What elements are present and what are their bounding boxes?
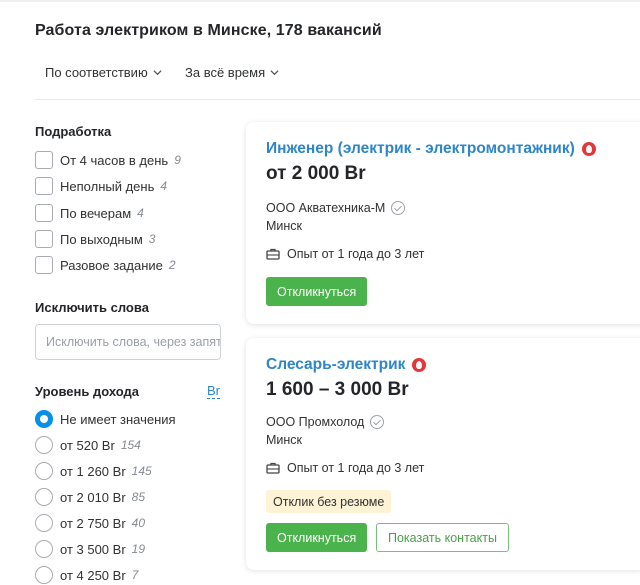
income-option-label: от 520 Br: [60, 437, 115, 453]
checkbox[interactable]: [35, 256, 53, 274]
radio-button[interactable]: [35, 488, 53, 506]
vacancy-card: Слесарь-электрик 1 600 – 3 000 Br ООО Пр…: [246, 338, 640, 570]
income-option[interactable]: от 4 250 Br 7: [35, 566, 138, 584]
chevron-down-icon: [153, 70, 162, 76]
experience-text: Опыт от 1 года до 3 лет: [287, 247, 425, 261]
currency-switch-link[interactable]: Br: [207, 384, 220, 399]
income-option-count: 7: [131, 568, 139, 582]
experience-text: Опыт от 1 года до 3 лет: [287, 461, 425, 475]
parttime-option[interactable]: По вечерам 4: [35, 204, 144, 222]
parttime-option-label: Неполный день: [60, 178, 155, 194]
verified-check-icon: [370, 415, 385, 429]
show-contacts-button[interactable]: Показать контакты: [376, 523, 509, 552]
checkbox[interactable]: [35, 230, 53, 248]
radio-button[interactable]: [35, 566, 53, 584]
vacancy-city: Минск: [266, 433, 303, 447]
income-option-label: от 2 010 Br: [60, 489, 126, 505]
radio-button[interactable]: [35, 514, 53, 532]
vacancy-title: Инженер (электрик - электромонтажник): [266, 140, 575, 157]
exclude-words-title: Исключить слова: [35, 300, 149, 315]
company-name: ООО Акватехника-М: [266, 201, 386, 215]
vacancy-company[interactable]: ООО Акватехника-М: [266, 201, 406, 215]
parttime-option-count: 2: [168, 258, 176, 272]
vacancy-salary: от 2 000 Br: [266, 163, 366, 184]
vacancy-title-link[interactable]: Инженер (электрик - электромонтажник): [266, 140, 596, 158]
parttime-option-count: 3: [148, 232, 156, 246]
income-option[interactable]: от 1 260 Br 145: [35, 462, 152, 480]
income-option-label: от 1 260 Br: [60, 463, 126, 479]
income-option-count: 145: [131, 464, 152, 478]
respond-button[interactable]: Откликнуться: [266, 523, 368, 552]
top-strip: [0, 0, 640, 2]
radio-button[interactable]: [35, 540, 53, 558]
header-divider: [35, 99, 640, 100]
sort-period-label: За всё время: [185, 65, 266, 80]
parttime-option-count: 4: [160, 179, 168, 193]
parttime-option-label: От 4 часов в день: [60, 152, 169, 168]
exclude-words-input[interactable]: Исключить слова, через запятую: [35, 324, 221, 360]
vacancy-experience: Опыт от 1 года до 3 лет: [266, 461, 424, 475]
parttime-option[interactable]: От 4 часов в день 9: [35, 151, 181, 169]
vacancy-title: Слесарь-электрик: [266, 356, 406, 373]
parttime-option-count: 4: [137, 206, 144, 220]
vacancy-card: Инженер (электрик - электромонтажник) от…: [246, 122, 640, 324]
radio-button[interactable]: [35, 410, 53, 428]
no-resume-badge: Отклик без резюме: [266, 490, 392, 513]
briefcase-icon: [266, 462, 280, 474]
sort-relevance-dropdown[interactable]: По соответствию: [45, 65, 162, 80]
checkbox[interactable]: [35, 151, 53, 169]
vacancy-city: Минск: [266, 219, 303, 233]
parttime-filter-title: Подработка: [35, 124, 112, 139]
vacancy-title-link[interactable]: Слесарь-электрик: [266, 356, 427, 374]
checkbox[interactable]: [35, 177, 53, 195]
income-option-label: Не имеет значения: [60, 411, 176, 427]
hot-vacancy-icon: [412, 358, 427, 372]
parttime-option[interactable]: Неполный день 4: [35, 177, 167, 195]
income-option-count: 19: [131, 542, 146, 556]
income-option[interactable]: от 2 010 Br 85: [35, 488, 145, 506]
checkbox[interactable]: [35, 204, 53, 222]
chevron-down-icon: [270, 70, 279, 76]
income-option-count: 154: [120, 438, 141, 452]
radio-button[interactable]: [35, 462, 53, 480]
income-option[interactable]: от 2 750 Br 40: [35, 514, 145, 532]
briefcase-icon: [266, 248, 280, 260]
parttime-option-count: 9: [174, 153, 181, 167]
income-option-count: 40: [131, 516, 146, 530]
income-option-count: 85: [131, 490, 146, 504]
hot-vacancy-icon: [581, 142, 596, 156]
income-option-label: от 3 500 Br: [60, 541, 126, 557]
parttime-option[interactable]: По выходным 3: [35, 230, 155, 248]
vacancy-salary: 1 600 – 3 000 Br: [266, 379, 409, 400]
parttime-option[interactable]: Разовое задание 2: [35, 256, 176, 274]
vacancy-experience: Опыт от 1 года до 3 лет: [266, 247, 424, 261]
sort-period-dropdown[interactable]: За всё время: [185, 65, 279, 80]
income-option[interactable]: Не имеет значения: [35, 410, 176, 428]
income-option-label: от 4 250 Br: [60, 567, 126, 583]
vacancy-company[interactable]: ООО Промхолод: [266, 415, 385, 429]
parttime-option-label: По выходным: [60, 231, 143, 247]
parttime-option-label: По вечерам: [60, 205, 132, 221]
verified-check-icon: [391, 201, 406, 215]
radio-button[interactable]: [35, 436, 53, 454]
income-option[interactable]: от 520 Br 154: [35, 436, 141, 454]
sort-relevance-label: По соответствию: [45, 65, 148, 80]
company-name: ООО Промхолод: [266, 415, 365, 429]
income-filter-title: Уровень дохода: [35, 384, 140, 399]
page-title: Работа электриком в Минске, 178 вакансий: [35, 22, 382, 39]
income-option-label: от 2 750 Br: [60, 515, 126, 531]
respond-button[interactable]: Откликнуться: [266, 277, 368, 306]
parttime-option-label: Разовое задание: [60, 257, 163, 273]
income-option[interactable]: от 3 500 Br 19: [35, 540, 145, 558]
